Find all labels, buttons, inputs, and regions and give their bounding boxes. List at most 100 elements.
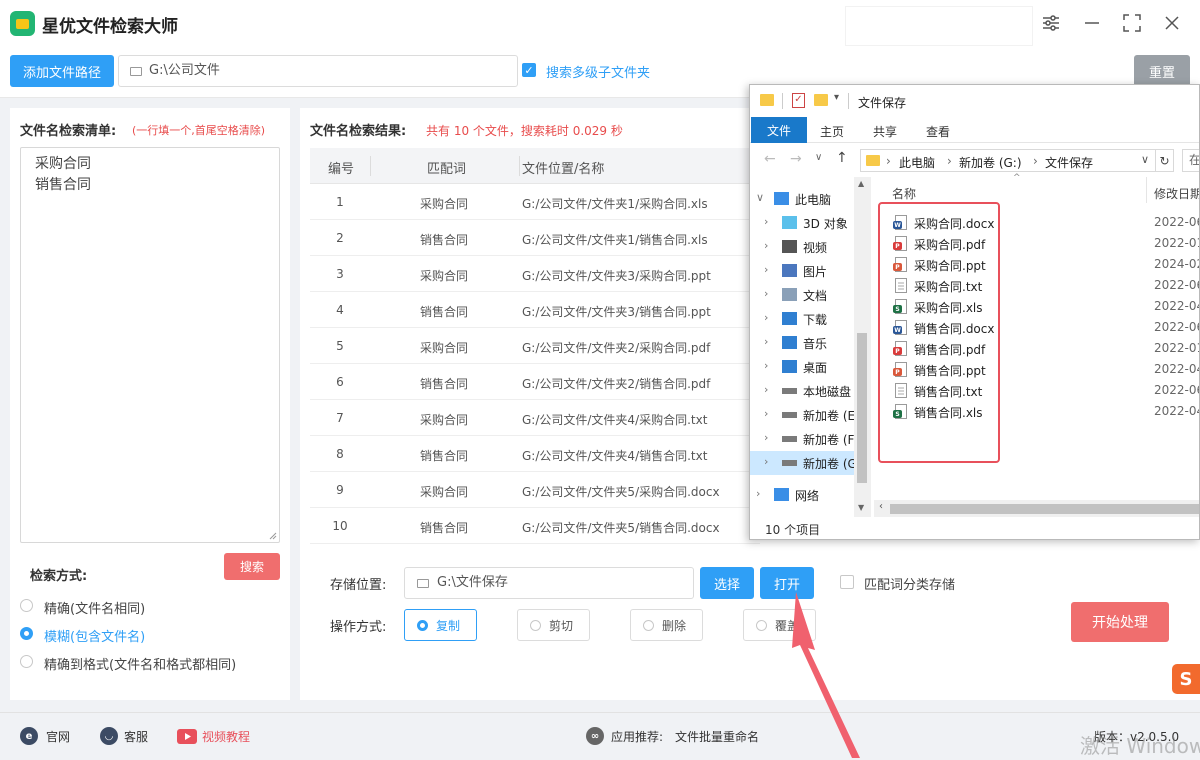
address-bar[interactable]: › 此电脑 › 新加卷 (G:) › 文件保存 ∨ [860,149,1156,172]
source-path-field[interactable]: G:\公司文件 [118,55,518,87]
maximize-icon[interactable] [1121,12,1143,34]
nav-item[interactable]: › 下载 [750,307,854,331]
minimize-icon[interactable] [1081,12,1103,34]
new-folder-icon[interactable] [814,94,828,106]
subfolder-label[interactable]: 搜索多级子文件夹 [546,62,650,81]
service-link[interactable]: 客服 [124,728,148,745]
search-button[interactable]: 搜索 [224,553,280,580]
storage-path-field[interactable]: G:\文件保存 [404,567,694,599]
refresh-icon[interactable]: ↻ [1156,149,1174,172]
chevron-right-icon[interactable]: › [764,335,768,348]
table-row[interactable]: 10 销售合同 G:/公司文件/文件夹5/销售合同.docx [310,508,760,544]
nav-item[interactable]: › 音乐 [750,331,854,355]
column-name[interactable]: 名称 [892,185,916,202]
settings-sliders-icon[interactable] [1040,12,1062,34]
chevron-right-icon[interactable]: › [764,287,768,300]
ribbon-tab-home[interactable]: 主页 [820,123,844,140]
forward-icon[interactable]: → [790,151,802,167]
radio-exact-format[interactable] [20,655,33,668]
address-segment[interactable]: 文件保存 [1045,154,1093,171]
table-row[interactable]: 1 采购合同 G:/公司文件/文件夹1/采购合同.xls [310,184,760,220]
nav-item[interactable]: › 桌面 [750,355,854,379]
row-path: G:/公司文件/文件夹4/采购合同.txt [522,413,708,427]
quick-access-dropdown-icon[interactable]: ▾ [834,92,839,103]
nav-item[interactable]: › 新加卷 (E [750,403,855,427]
column-date[interactable]: 修改日期 [1154,185,1199,202]
video-tutorial-link[interactable]: 视频教程 [202,728,250,745]
ribbon-tab-file[interactable]: 文件 [751,117,807,143]
address-segment[interactable]: 新加卷 (G:) [959,154,1022,171]
nav-scrollbar[interactable]: ▲ ▼ [854,177,871,517]
file-date: 2022-04 [1154,404,1200,418]
address-dropdown-icon[interactable]: ∨ [1141,153,1149,166]
folder-icon [130,67,142,76]
explorer-search-field[interactable]: 在 [1182,149,1199,172]
radio-exact-format-label[interactable]: 精确到格式(文件名和格式都相同) [44,654,236,673]
op-cut-button[interactable]: 剪切 [517,609,590,641]
address-segment[interactable]: 此电脑 [899,154,935,171]
radio-exact-label[interactable]: 精确(文件名相同) [44,598,145,617]
subfolder-checkbox[interactable]: ✓ [522,63,536,77]
classify-checkbox[interactable] [840,575,854,589]
row-path: G:/公司文件/文件夹5/销售合同.docx [522,521,720,535]
recent-dropdown-icon[interactable]: ∨ [815,152,822,163]
nav-item[interactable]: › 新加卷 (G [750,451,857,475]
reset-button[interactable]: 重置 [1134,55,1190,87]
choose-button[interactable]: 选择 [700,567,754,599]
chevron-right-icon[interactable]: › [764,455,768,468]
nav-item[interactable]: › 文档 [750,283,854,307]
table-row[interactable]: 5 采购合同 G:/公司文件/文件夹2/采购合同.pdf [310,328,760,364]
add-path-button[interactable]: 添加文件路径 [10,55,114,87]
chevron-right-icon[interactable]: › [756,487,760,500]
keyword-textarea[interactable]: 采购合同 销售合同 [20,147,280,543]
chevron-right-icon[interactable]: › [764,215,768,228]
nav-item[interactable]: › 本地磁盘 [750,379,854,403]
file-date: 2022-04 [1154,299,1200,313]
properties-icon[interactable]: ✓ [792,93,805,108]
recommend-label: 应用推荐: [611,730,664,744]
chevron-right-icon[interactable]: › [764,239,768,252]
file-hscrollbar[interactable]: ‹ [874,500,1199,517]
desktop-icon [782,360,797,373]
table-row[interactable]: 9 采购合同 G:/公司文件/文件夹5/采购合同.docx [310,472,760,508]
website-link[interactable]: 官网 [46,728,70,745]
op-copy-button[interactable]: 复制 [404,609,477,641]
close-icon[interactable] [1161,12,1183,34]
up-icon[interactable]: ↑ [836,150,848,166]
chevron-right-icon[interactable]: › [764,407,768,420]
row-index: 5 [336,339,344,353]
ime-icon[interactable]: S [1172,664,1200,694]
chevron-right-icon[interactable]: › [764,383,768,396]
chevron-right-icon[interactable]: › [764,263,768,276]
highlight-box [878,202,1000,463]
op-delete-button[interactable]: 删除 [630,609,703,641]
title-blank-area [845,6,1033,46]
nav-item[interactable]: › 新加卷 (F [750,427,854,451]
table-row[interactable]: 6 销售合同 G:/公司文件/文件夹2/销售合同.pdf [310,364,760,400]
file-date: 2022-06 [1154,215,1200,229]
back-icon[interactable]: ← [764,151,776,167]
table-row[interactable]: 8 销售合同 G:/公司文件/文件夹4/销售合同.txt [310,436,760,472]
start-process-button[interactable]: 开始处理 [1071,602,1169,642]
recommend-app-link[interactable]: 文件批量重命名 [675,728,759,745]
nav-item-label: 新加卷 (G [803,457,857,471]
ribbon-tab-view[interactable]: 查看 [926,123,950,140]
radio-fuzzy-label[interactable]: 模糊(包含文件名) [44,626,145,645]
table-row[interactable]: 3 采购合同 G:/公司文件/文件夹3/采购合同.ppt [310,256,760,292]
chevron-down-icon[interactable]: ∨ [756,191,764,204]
table-row[interactable]: 4 销售合同 G:/公司文件/文件夹3/销售合同.ppt [310,292,760,328]
nav-item[interactable]: › 网络 [750,483,854,507]
nav-item[interactable]: › 图片 [750,259,854,283]
radio-exact[interactable] [20,599,33,612]
table-row[interactable]: 7 采购合同 G:/公司文件/文件夹4/采购合同.txt [310,400,760,436]
nav-item[interactable]: › 3D 对象 [750,211,854,235]
ribbon-tab-share[interactable]: 共享 [873,123,897,140]
nav-item[interactable]: ∨ 此电脑 [750,187,854,211]
table-row[interactable]: 2 销售合同 G:/公司文件/文件夹1/销售合同.xls [310,220,760,256]
resize-grip-icon[interactable] [269,532,277,540]
chevron-right-icon[interactable]: › [764,359,768,372]
nav-item[interactable]: › 视频 [750,235,854,259]
radio-fuzzy[interactable] [20,627,33,640]
chevron-right-icon[interactable]: › [764,431,768,444]
chevron-right-icon[interactable]: › [764,311,768,324]
